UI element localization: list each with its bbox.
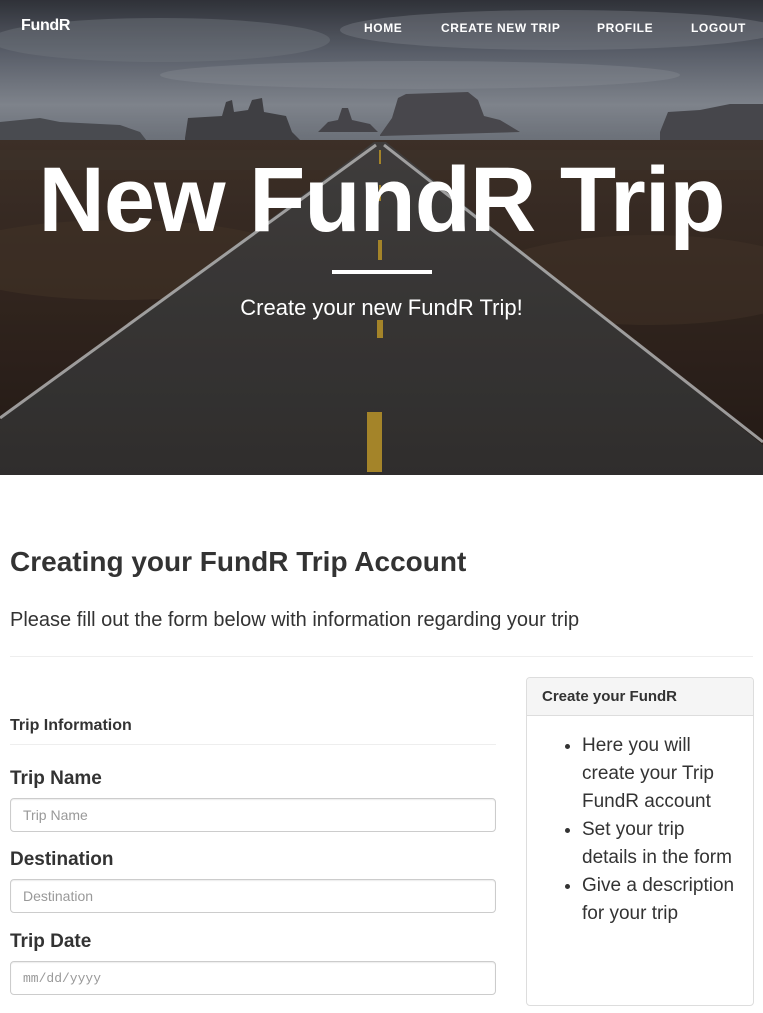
list-item: Give a description for your trip <box>582 872 739 928</box>
list-item: Set your trip details in the form <box>582 816 739 872</box>
trip-name-input[interactable] <box>10 798 496 832</box>
hero-divider <box>332 270 432 274</box>
panel-heading: Create your FundR <box>527 678 753 716</box>
trip-date-label: Trip Date <box>10 931 92 952</box>
page-lead-text: Please fill out the form below with info… <box>10 609 580 631</box>
top-navbar: FundR HOME CREATE NEW TRIP PROFILE LOGOU… <box>0 0 763 58</box>
trip-date-input[interactable] <box>10 961 496 995</box>
form-section-title: Trip Information <box>10 717 132 734</box>
list-item: Here you will create your Trip FundR acc… <box>582 732 739 816</box>
trip-name-label: Trip Name <box>10 768 102 789</box>
hero-title: New FundR Trip <box>38 149 725 251</box>
nav-logout-link[interactable]: LOGOUT <box>691 21 746 35</box>
nav-profile-link[interactable]: PROFILE <box>597 21 653 35</box>
hero-subtitle: Create your new FundR Trip! <box>240 295 523 320</box>
panel-body: Here you will create your Trip FundR acc… <box>527 716 753 938</box>
page-heading: Creating your FundR Trip Account <box>10 546 467 577</box>
brand-logo[interactable]: FundR <box>21 17 70 35</box>
nav-home-link[interactable]: HOME <box>364 21 402 35</box>
hero-header: FundR HOME CREATE NEW TRIP PROFILE LOGOU… <box>0 0 763 475</box>
destination-input[interactable] <box>10 879 496 913</box>
panel-list: Here you will create your Trip FundR acc… <box>541 732 739 928</box>
section-divider <box>10 656 753 657</box>
destination-label: Destination <box>10 849 114 870</box>
info-panel: Create your FundR Here you will create y… <box>526 677 754 1006</box>
form-divider <box>10 744 496 745</box>
nav-create-trip-link[interactable]: CREATE NEW TRIP <box>441 21 560 35</box>
